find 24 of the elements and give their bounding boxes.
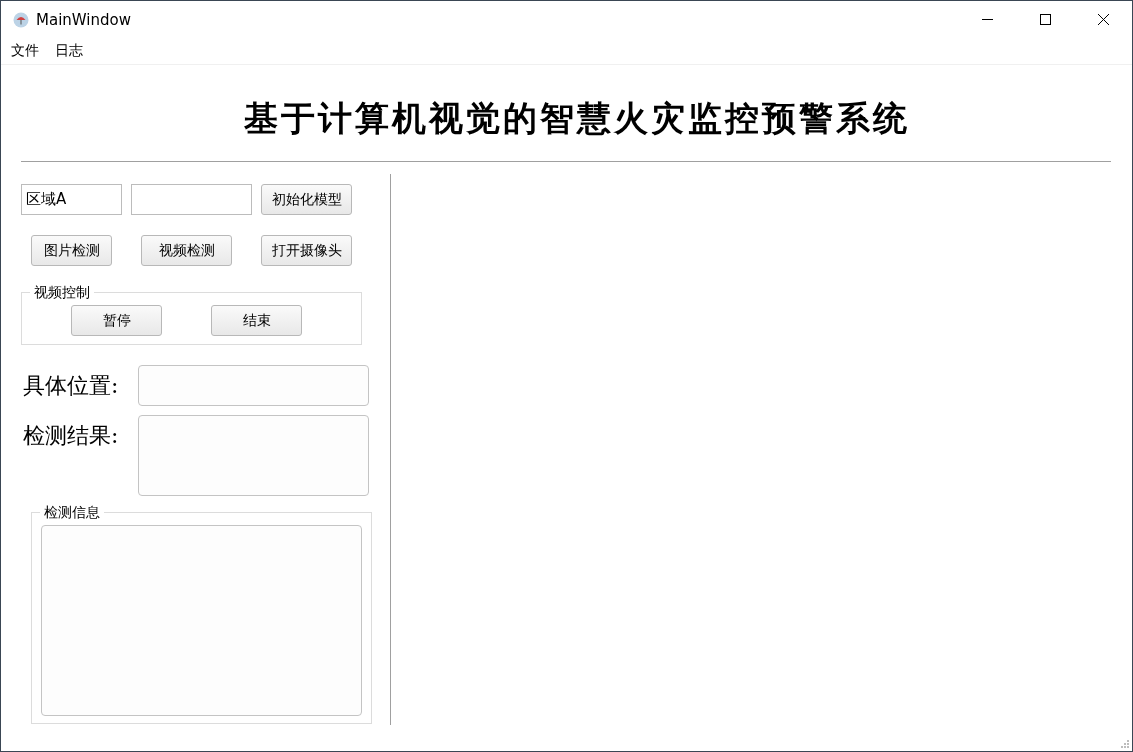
- menu-item[interactable]: 文件: [3, 42, 47, 60]
- action-button[interactable]: 暂停: [71, 305, 162, 336]
- resize-grip-icon: [1121, 740, 1130, 749]
- app-icon: [13, 11, 29, 28]
- init-model-button[interactable]: 初始化模型: [261, 184, 352, 215]
- region-field[interactable]: 区域A: [21, 184, 122, 215]
- group-title: 检测信息: [40, 504, 104, 520]
- close-icon: [1097, 14, 1109, 25]
- maximize-icon: [1039, 14, 1051, 25]
- menu-item[interactable]: 日志: [47, 42, 91, 60]
- action-button[interactable]: 结束: [211, 305, 302, 336]
- action-button[interactable]: 视频检测: [141, 235, 232, 266]
- location-label: 具体位置:: [23, 371, 120, 400]
- app-heading: 基于计算机视觉的智慧火灾监控预警系统: [242, 97, 911, 140]
- text-field[interactable]: [131, 184, 252, 215]
- info-text-area[interactable]: [41, 525, 362, 716]
- group-title: 视频控制: [30, 284, 94, 300]
- action-button[interactable]: 打开摄像头: [261, 235, 352, 266]
- action-button[interactable]: 图片检测: [31, 235, 112, 266]
- location-field[interactable]: [138, 365, 369, 406]
- minimize-icon: [981, 19, 993, 20]
- result-label: 检测结果:: [23, 422, 120, 450]
- result-field[interactable]: [138, 415, 369, 496]
- window-title: MainWindow: [36, 10, 131, 29]
